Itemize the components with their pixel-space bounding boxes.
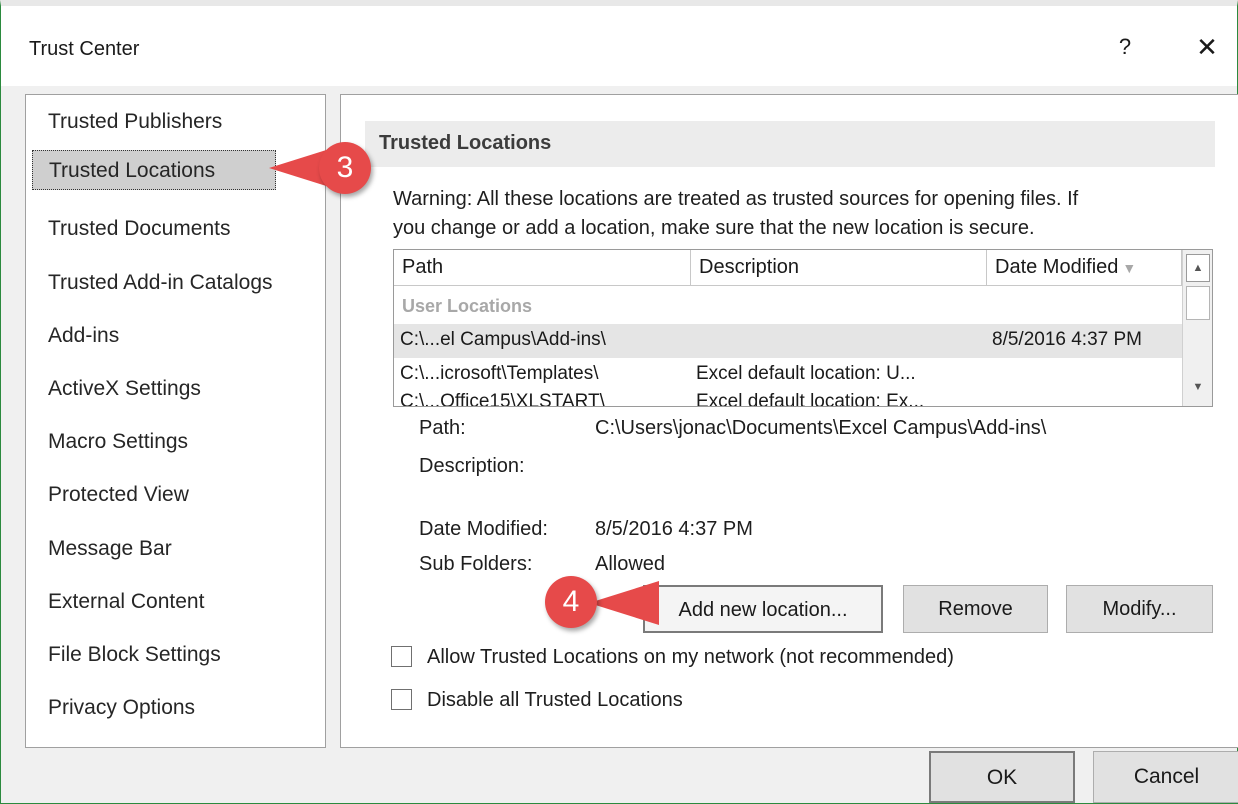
detail-date-value: 8/5/2016 4:37 PM — [595, 518, 753, 540]
row-path: C:\...el Campus\Add-ins\ — [400, 329, 606, 350]
category-nav: Trusted Publishers Trusted Locations Tru… — [25, 94, 326, 748]
column-header-path[interactable]: Path — [394, 250, 691, 286]
step-4-callout: 4 — [545, 576, 597, 628]
row-date: 8/5/2016 4:37 PM — [992, 329, 1142, 350]
row-path: C:\...icrosoft\Templates\ — [400, 363, 599, 384]
help-button[interactable]: ? — [1113, 34, 1137, 60]
column-header-date-label: Date Modified — [995, 256, 1119, 278]
table-row[interactable]: C:\...Office15\XLSTART\ Excel default lo… — [394, 386, 1182, 407]
list-header: Path Description Date Modified ▼ — [394, 250, 1182, 286]
modify-button[interactable]: Modify... — [1066, 585, 1213, 633]
section-title: Trusted Locations — [379, 132, 552, 154]
nav-item-add-ins[interactable]: Add-ins — [48, 324, 119, 348]
row-path: C:\...Office15\XLSTART\ — [400, 391, 605, 407]
row-description: Excel default location: U... — [696, 363, 916, 384]
cancel-button[interactable]: Cancel — [1093, 751, 1238, 803]
column-header-description[interactable]: Description — [691, 250, 987, 286]
title-bar: Trust Center ? ✕ — [1, 6, 1237, 86]
column-header-path-label: Path — [402, 256, 444, 278]
scroll-up-icon[interactable]: ▲ — [1186, 254, 1210, 282]
table-row[interactable]: C:\...el Campus\Add-ins\ 8/5/2016 4:37 P… — [394, 324, 1182, 358]
list-scrollbar[interactable]: ▲ ▼ — [1182, 250, 1212, 406]
scroll-down-icon[interactable]: ▼ — [1186, 374, 1210, 402]
dialog-title: Trust Center — [29, 38, 140, 60]
step-4-callout-pointer — [589, 581, 659, 625]
allow-network-row[interactable]: Allow Trusted Locations on my network (n… — [391, 646, 954, 669]
nav-item-trusted-add-in-catalogs[interactable]: Trusted Add-in Catalogs — [48, 271, 273, 295]
allow-network-checkbox[interactable] — [391, 646, 412, 667]
detail-path-label: Path: — [419, 417, 466, 439]
column-header-description-label: Description — [699, 256, 800, 278]
warning-line-1: Warning: All these locations are treated… — [393, 188, 1079, 210]
nav-item-trusted-publishers[interactable]: Trusted Publishers — [48, 110, 222, 134]
sort-down-icon: ▼ — [1122, 260, 1137, 276]
detail-subfolders-value: Allowed — [595, 553, 666, 575]
disable-all-checkbox[interactable] — [391, 689, 412, 710]
nav-item-privacy-options[interactable]: Privacy Options — [48, 696, 195, 720]
warning-line-2: you change or add a location, make sure … — [393, 217, 1035, 239]
detail-subfolders-label: Sub Folders: — [419, 553, 533, 575]
ok-button[interactable]: OK — [929, 751, 1075, 803]
nav-item-trusted-locations[interactable]: Trusted Locations — [32, 150, 276, 190]
disable-all-label: Disable all Trusted Locations — [427, 689, 683, 711]
remove-button[interactable]: Remove — [903, 585, 1048, 633]
row-description: Excel default location: Ex... — [696, 391, 925, 407]
add-new-location-button[interactable]: Add new location... — [643, 585, 883, 633]
step-3-callout: 3 — [319, 142, 371, 194]
settings-panel: Trusted Locations Warning: All these loc… — [340, 94, 1238, 748]
nav-item-protected-view[interactable]: Protected View — [48, 483, 189, 507]
allow-network-label: Allow Trusted Locations on my network (n… — [427, 646, 954, 668]
close-button[interactable]: ✕ — [1193, 32, 1221, 63]
group-label-user-locations: User Locations — [402, 296, 533, 316]
scroll-thumb[interactable] — [1186, 286, 1210, 320]
detail-description-label: Description: — [419, 455, 525, 477]
nav-item-trusted-documents[interactable]: Trusted Documents — [48, 217, 230, 241]
trusted-locations-list[interactable]: Path Description Date Modified ▼ User Loc… — [393, 249, 1213, 407]
detail-date-label: Date Modified: — [419, 518, 548, 540]
nav-item-macro-settings[interactable]: Macro Settings — [48, 430, 188, 454]
nav-item-message-bar[interactable]: Message Bar — [48, 537, 172, 561]
detail-path-value: C:\Users\jonac\Documents\Excel Campus\Ad… — [595, 417, 1047, 439]
nav-item-external-content[interactable]: External Content — [48, 590, 204, 614]
section-header: Trusted Locations — [365, 121, 1215, 167]
warning-text: Warning: All these locations are treated… — [393, 185, 1223, 243]
trust-center-dialog: Trust Center ? ✕ Trusted Publishers Trus… — [0, 0, 1238, 804]
column-header-date-modified[interactable]: Date Modified ▼ — [987, 250, 1182, 286]
nav-item-file-block-settings[interactable]: File Block Settings — [48, 643, 221, 667]
disable-all-row[interactable]: Disable all Trusted Locations — [391, 689, 683, 712]
nav-item-activex-settings[interactable]: ActiveX Settings — [48, 377, 201, 401]
